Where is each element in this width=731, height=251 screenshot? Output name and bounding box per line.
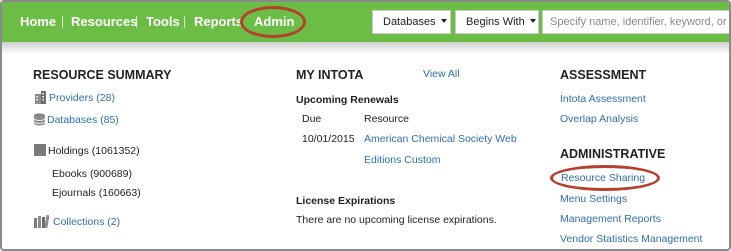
scope-dropdown-label: Databases [383,16,436,28]
databases-link[interactable]: Databases (85) [47,114,119,126]
my-intota-heading: MY INTOTA [296,68,364,82]
nav-shadow [2,42,729,54]
nav-resources[interactable]: Resources [71,14,137,29]
nav-home[interactable]: Home [20,14,56,29]
nav-separator: | [135,14,139,28]
license-expirations-message: There are no upcoming license expiration… [296,214,497,226]
caret-down-icon [529,19,536,23]
database-icon [33,113,46,126]
holdings-icon [34,144,46,156]
building-icon [35,91,46,104]
vendor-statistics-link[interactable]: Vendor Statistics Management [560,233,702,245]
renewals-col-resource: Resource [364,113,409,125]
ejournals-count: Ejournals (160663) [52,187,141,199]
menu-settings-link[interactable]: Menu Settings [560,193,627,205]
search-input[interactable] [542,10,729,34]
collections-icon [34,215,49,228]
scope-dropdown[interactable]: Databases [372,10,451,34]
match-dropdown-label: Begins With [466,16,525,28]
providers-link[interactable]: Providers (28) [49,92,115,104]
license-expirations-heading: License Expirations [296,195,396,207]
resource-sharing-highlight-oval [550,165,660,191]
ebooks-count: Ebooks (900689) [52,168,132,180]
renewal-resource-link-continued[interactable]: Editions Custom [364,154,440,166]
nav-separator: | [183,14,187,28]
renewal-due-date: 10/01/2015 [302,133,355,145]
overlap-analysis-link[interactable]: Overlap Analysis [560,113,638,125]
admin-highlight-oval [240,6,306,38]
renewal-resource-link[interactable]: American Chemical Society Web [364,133,517,145]
app-window: Home | Resources | Tools | Reports Admin… [0,0,731,251]
intota-assessment-link[interactable]: Intota Assessment [560,93,646,105]
caret-down-icon [440,19,447,23]
renewals-col-due: Due [302,113,322,125]
nav-tools[interactable]: Tools [146,14,180,29]
match-dropdown[interactable]: Begins With [455,10,539,34]
resource-summary-heading: RESOURCE SUMMARY [33,68,172,82]
nav-reports[interactable]: Reports [194,14,243,29]
management-reports-link[interactable]: Management Reports [560,213,661,225]
assessment-heading: ASSESSMENT [560,68,647,82]
view-all-link[interactable]: View All [423,68,460,80]
upcoming-renewals-heading: Upcoming Renewals [296,94,399,106]
collections-link[interactable]: Collections (2) [53,216,120,228]
nav-separator: | [61,14,65,28]
administrative-heading: ADMINISTRATIVE [560,147,666,161]
holdings-count: Holdings (1061352) [48,145,140,157]
top-nav-bar: Home | Resources | Tools | Reports Admin… [2,2,729,42]
